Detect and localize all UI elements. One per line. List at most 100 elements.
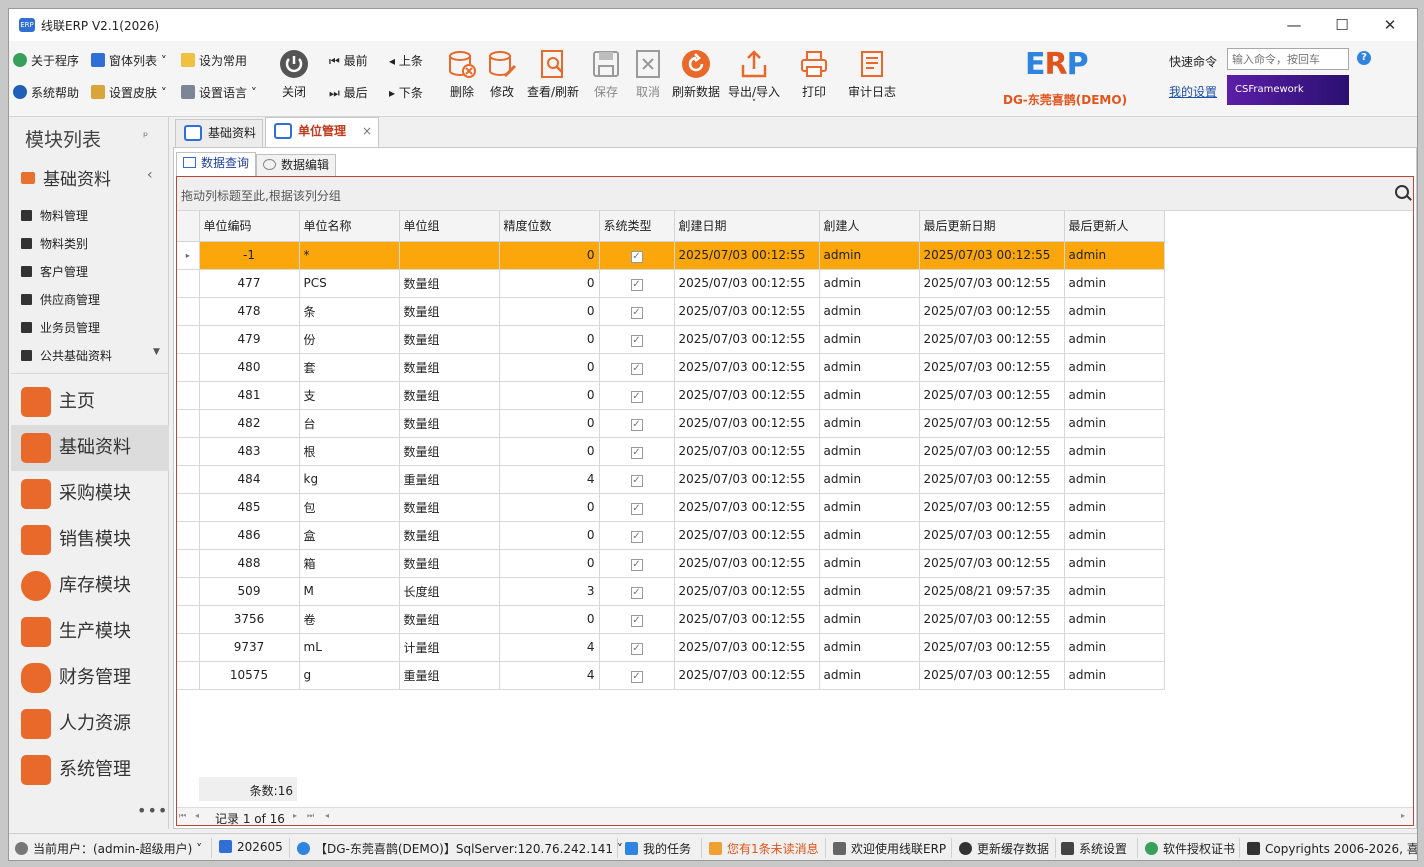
checkbox[interactable]: ✓ [630, 446, 643, 459]
export-import-button[interactable]: 导出/导入 ˅ [727, 49, 781, 109]
module-finance[interactable]: 财务管理 [11, 655, 169, 701]
table-cell[interactable]: 4 [499, 661, 600, 690]
table-cell[interactable]: admin [1064, 325, 1165, 354]
table-row[interactable]: 484 kg 重量组 4 ✓ 2025/07/03 00:12:55 admin 2025/0… [177, 465, 1165, 494]
first-record-button[interactable]: ⏮ 最前 [329, 51, 368, 71]
table-row[interactable]: 10575 g 重量组 4 ✓ 2025/07/03 00:12:55 admin 2025/… [177, 661, 1165, 690]
table-cell[interactable]: admin [819, 437, 920, 466]
scroll-left-icon[interactable]: ◂ [325, 811, 329, 820]
table-cell[interactable]: 0 [499, 297, 600, 326]
checkbox[interactable]: ✓ [630, 250, 643, 263]
table-cell[interactable]: 0 [499, 493, 600, 522]
current-row-indicator-icon[interactable]: ▸ [177, 241, 200, 270]
table-cell[interactable]: 0 [499, 605, 600, 634]
table-cell[interactable]: 0 [499, 549, 600, 578]
table-cell[interactable]: g [299, 661, 400, 690]
table-cell[interactable]: 数量组 [399, 437, 500, 466]
table-cell[interactable]: admin [819, 381, 920, 410]
system-type-checkbox-cell[interactable]: ✓ [599, 661, 675, 690]
table-cell[interactable]: admin [1064, 241, 1165, 270]
row-indicator[interactable] [177, 493, 200, 522]
row-indicator[interactable] [177, 465, 200, 494]
table-cell[interactable]: 2025/07/03 00:12:55 [674, 549, 820, 578]
table-cell[interactable]: 2025/07/03 00:12:55 [674, 325, 820, 354]
table-cell[interactable]: 2025/07/03 00:12:55 [674, 605, 820, 634]
table-row[interactable]: 486 盒数量组 0 ✓ 2025/07/03 00:12:55 admin 2025/07… [177, 521, 1165, 550]
table-cell[interactable]: 488 [199, 549, 300, 578]
system-type-checkbox-cell[interactable]: ✓ [599, 437, 675, 466]
table-cell[interactable]: 数量组 [399, 297, 500, 326]
more-modules-button[interactable]: ••• [137, 801, 168, 820]
column-header[interactable]: 系统类型 [599, 211, 675, 242]
table-cell[interactable]: 2025/07/03 00:12:55 [674, 465, 820, 494]
search-icon[interactable] [1395, 185, 1409, 199]
row-indicator[interactable] [177, 325, 200, 354]
table-cell[interactable]: 0 [499, 521, 600, 550]
system-type-checkbox-cell[interactable]: ✓ [599, 633, 675, 662]
sidebar-item-materials[interactable]: 物料管理 [21, 207, 88, 224]
table-cell[interactable]: 数量组 [399, 353, 500, 382]
sidebar-item-salespersons[interactable]: 业务员管理 [21, 319, 100, 336]
table-cell[interactable]: 484 [199, 465, 300, 494]
table-cell[interactable]: admin [819, 605, 920, 634]
row-indicator[interactable] [177, 409, 200, 438]
table-cell[interactable]: admin [819, 661, 920, 690]
system-type-checkbox-cell[interactable]: ✓ [599, 269, 675, 298]
table-cell[interactable]: admin [1064, 549, 1165, 578]
table-cell[interactable]: 0 [499, 437, 600, 466]
system-type-checkbox-cell[interactable]: ✓ [599, 605, 675, 634]
table-cell[interactable]: admin [1064, 661, 1165, 690]
refresh-data-button[interactable]: 刷新数据 [671, 49, 721, 100]
table-cell[interactable]: 3756 [199, 605, 300, 634]
table-cell[interactable]: mL [299, 633, 400, 662]
save-button[interactable]: 保存 [591, 49, 621, 100]
checkbox[interactable]: ✓ [630, 362, 643, 375]
table-cell[interactable]: 4 [499, 633, 600, 662]
table-cell[interactable]: 重量组 [399, 661, 500, 690]
module-sales[interactable]: 销售模块 [11, 517, 169, 563]
system-type-checkbox-cell[interactable]: ✓ [599, 241, 675, 270]
sidebar-item-common-data[interactable]: 公共基础资料 [21, 347, 112, 364]
table-cell[interactable]: 479 [199, 325, 300, 354]
checkbox[interactable]: ✓ [630, 474, 643, 487]
maximize-button[interactable]: ☐ [1319, 9, 1365, 41]
chevron-left-icon[interactable]: ‹ [147, 167, 153, 183]
about-button[interactable]: 关于程序 [13, 51, 79, 71]
table-cell[interactable]: 重量组 [399, 465, 500, 494]
table-cell[interactable]: 3 [499, 577, 600, 606]
table-cell[interactable]: 483 [199, 437, 300, 466]
table-cell[interactable]: 0 [499, 241, 600, 270]
checkbox[interactable]: ✓ [630, 334, 643, 347]
row-indicator[interactable] [177, 577, 200, 606]
module-basic-data[interactable]: 基础资料 [11, 425, 169, 471]
nav-first-icon[interactable]: ⏮ [179, 811, 186, 821]
row-indicator[interactable] [177, 437, 200, 466]
table-cell[interactable]: M [299, 577, 400, 606]
checkbox[interactable]: ✓ [630, 670, 643, 683]
column-header[interactable]: 精度位数 [499, 211, 600, 242]
row-indicator[interactable] [177, 661, 200, 690]
row-indicator[interactable] [177, 633, 200, 662]
table-cell[interactable]: 2025/07/03 00:12:55 [919, 493, 1065, 522]
table-cell[interactable]: admin [1064, 577, 1165, 606]
column-header[interactable]: 最后更新人 [1064, 211, 1165, 242]
row-indicator[interactable] [177, 297, 200, 326]
sidebar-item-customers[interactable]: 客户管理 [21, 263, 88, 280]
audit-log-button[interactable]: 审计日志 [847, 49, 897, 100]
sidebar-group-header[interactable]: 基础资料 [21, 165, 111, 190]
table-cell[interactable]: admin [1064, 381, 1165, 410]
table-cell[interactable]: 2025/07/03 00:12:55 [674, 269, 820, 298]
status-database[interactable]: 【DG-东莞喜鹊(DEMO)】SqlServer:120.76.242.141 … [297, 840, 623, 857]
table-cell[interactable]: 数量组 [399, 493, 500, 522]
table-cell[interactable]: kg [299, 465, 400, 494]
system-type-checkbox-cell[interactable]: ✓ [599, 549, 675, 578]
pin-icon[interactable]: ᵖ [143, 129, 148, 143]
table-cell[interactable]: 478 [199, 297, 300, 326]
table-cell[interactable]: 0 [499, 381, 600, 410]
row-indicator[interactable] [177, 549, 200, 578]
edit-button[interactable]: 修改 [487, 49, 517, 100]
checkbox[interactable]: ✓ [630, 614, 643, 627]
checkbox[interactable]: ✓ [630, 418, 643, 431]
close-tab-icon[interactable]: × [362, 118, 372, 144]
table-cell[interactable]: admin [819, 577, 920, 606]
